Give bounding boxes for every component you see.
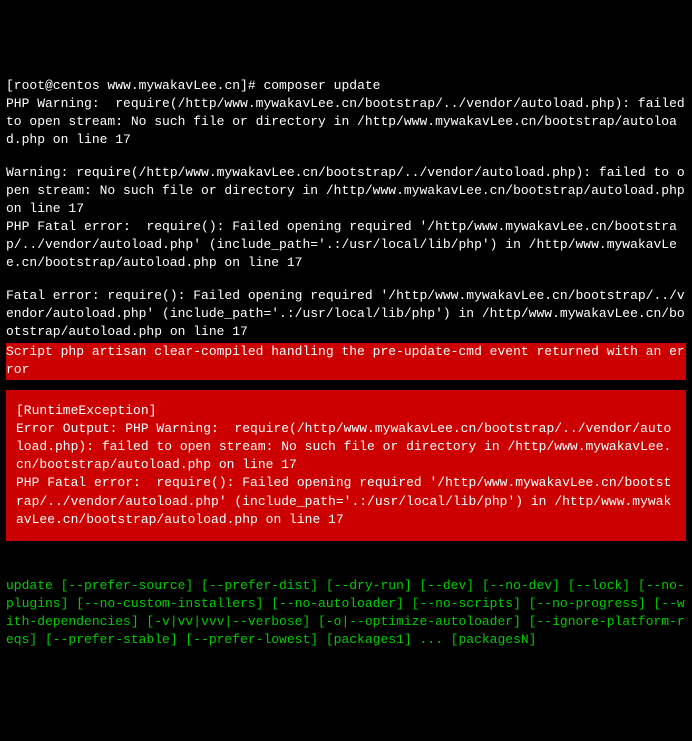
prompt-user-host: [root@centos bbox=[6, 78, 107, 93]
runtime-exception-title: [RuntimeException] bbox=[16, 403, 156, 418]
php-fatal-2: Fatal error: require(): Failed opening r… bbox=[6, 288, 685, 339]
blank-line bbox=[6, 150, 686, 164]
blank-line bbox=[6, 551, 686, 577]
php-warning-2: Warning: require(/http/www.mywakavLee.cn… bbox=[6, 165, 692, 216]
blank-line bbox=[6, 273, 686, 287]
php-fatal-1: PHP Fatal error: require(): Failed openi… bbox=[6, 219, 677, 270]
script-error-banner: Script php artisan clear-compiled handli… bbox=[6, 343, 686, 379]
prompt-cwd: www.mywakavLee.cn bbox=[107, 78, 240, 93]
usage-line: update [--prefer-source] [--prefer-dist]… bbox=[6, 578, 685, 648]
prompt-suffix: ]# bbox=[240, 78, 263, 93]
php-warning-1: PHP Warning: require(/http/www.mywakavLe… bbox=[6, 96, 692, 147]
terminal-output[interactable]: [root@centos www.mywakavLee.cn]# compose… bbox=[6, 77, 686, 650]
runtime-exception-body: Error Output: PHP Warning: require(/http… bbox=[16, 421, 671, 527]
typed-command: composer update bbox=[263, 78, 380, 93]
runtime-exception-box: [RuntimeException] Error Output: PHP War… bbox=[6, 390, 686, 541]
